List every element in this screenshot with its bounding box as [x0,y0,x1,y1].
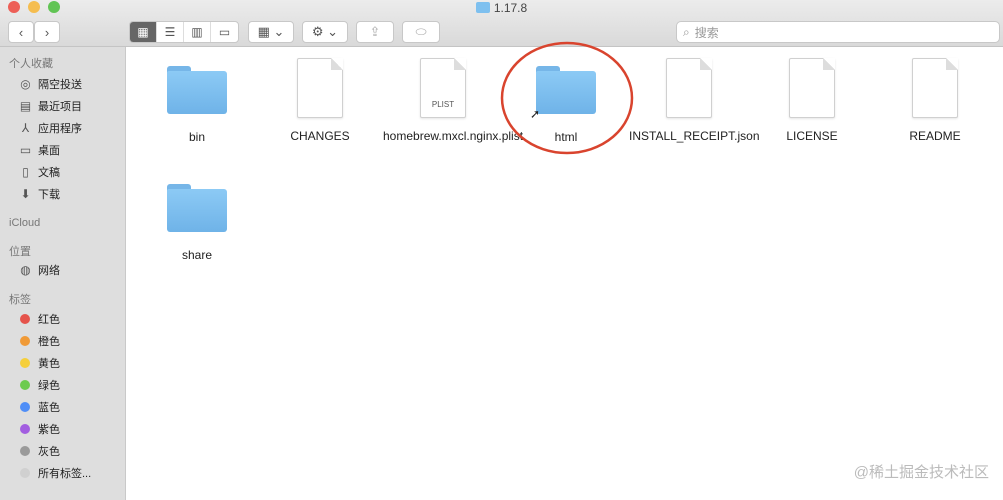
annotation-circle [500,41,634,155]
watermark: @稀土掘金技术社区 [853,464,989,481]
